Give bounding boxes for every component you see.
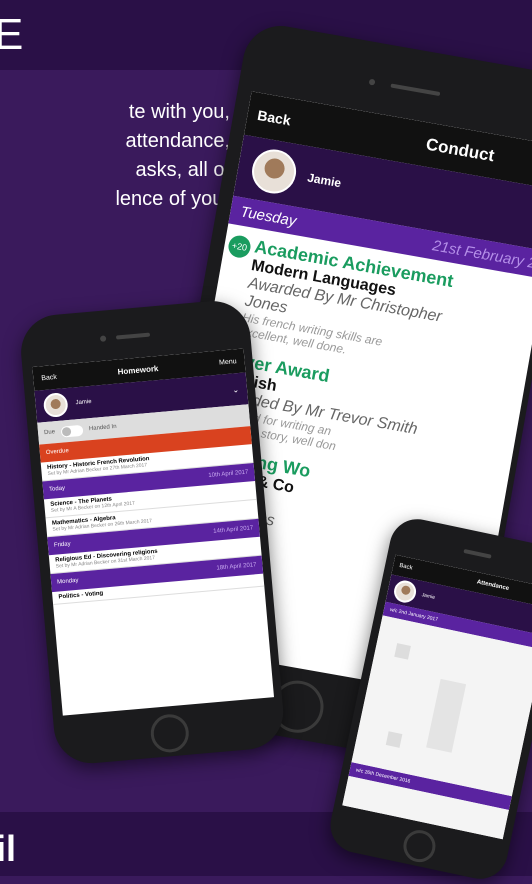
- attendance-title: Attendance: [476, 579, 510, 593]
- toggle-switch[interactable]: [60, 424, 84, 438]
- homework-phone: Back Homework Menu Jamie ⌄ Due Handed In…: [18, 297, 287, 767]
- phone-speaker: [463, 548, 492, 559]
- day-label: Tuesday: [239, 202, 298, 230]
- home-button: [400, 827, 439, 866]
- chevron-down-icon[interactable]: ⌄: [232, 385, 239, 395]
- student-name: Jamie: [421, 592, 436, 601]
- student-name: Jamie: [306, 170, 343, 191]
- menu-button[interactable]: Menu: [219, 358, 237, 366]
- section-label: Friday: [53, 541, 71, 549]
- points-badge: +20: [226, 233, 253, 260]
- section-date: 18th April 2017: [216, 562, 257, 572]
- homework-screen: Back Homework Menu Jamie ⌄ Due Handed In…: [32, 348, 275, 716]
- back-button[interactable]: Back: [41, 373, 57, 381]
- avatar: [392, 578, 419, 605]
- section-label: Today: [48, 485, 66, 493]
- phone-speaker: [115, 332, 151, 340]
- student-name: Jamie: [75, 398, 92, 407]
- section-date: 14th April 2017: [213, 525, 254, 535]
- conduct-title: Conduct: [424, 134, 496, 166]
- bottom-heading: il: [0, 828, 17, 869]
- avatar: [42, 392, 69, 419]
- due-label: Due: [43, 429, 56, 437]
- back-button[interactable]: Back: [399, 563, 413, 572]
- avatar: [248, 145, 300, 197]
- intro-line: attendance,: [125, 130, 230, 152]
- home-button: [149, 712, 191, 754]
- page-heading: E: [0, 10, 26, 59]
- section-label: Monday: [56, 577, 79, 586]
- phone-camera: [99, 335, 107, 342]
- phone-speaker: [390, 83, 441, 97]
- homework-title: Homework: [117, 363, 159, 377]
- intro-line: te with you,: [128, 101, 230, 123]
- handed-in-label: Handed In: [88, 423, 117, 433]
- intro-text: te with you, attendance, asks, all of le…: [0, 98, 230, 214]
- intro-line: asks, all of: [135, 159, 230, 181]
- back-button[interactable]: Back: [256, 107, 292, 129]
- phone-camera: [368, 78, 376, 86]
- intro-line: lence of your: [115, 188, 230, 210]
- section-date: 10th April 2017: [208, 469, 249, 479]
